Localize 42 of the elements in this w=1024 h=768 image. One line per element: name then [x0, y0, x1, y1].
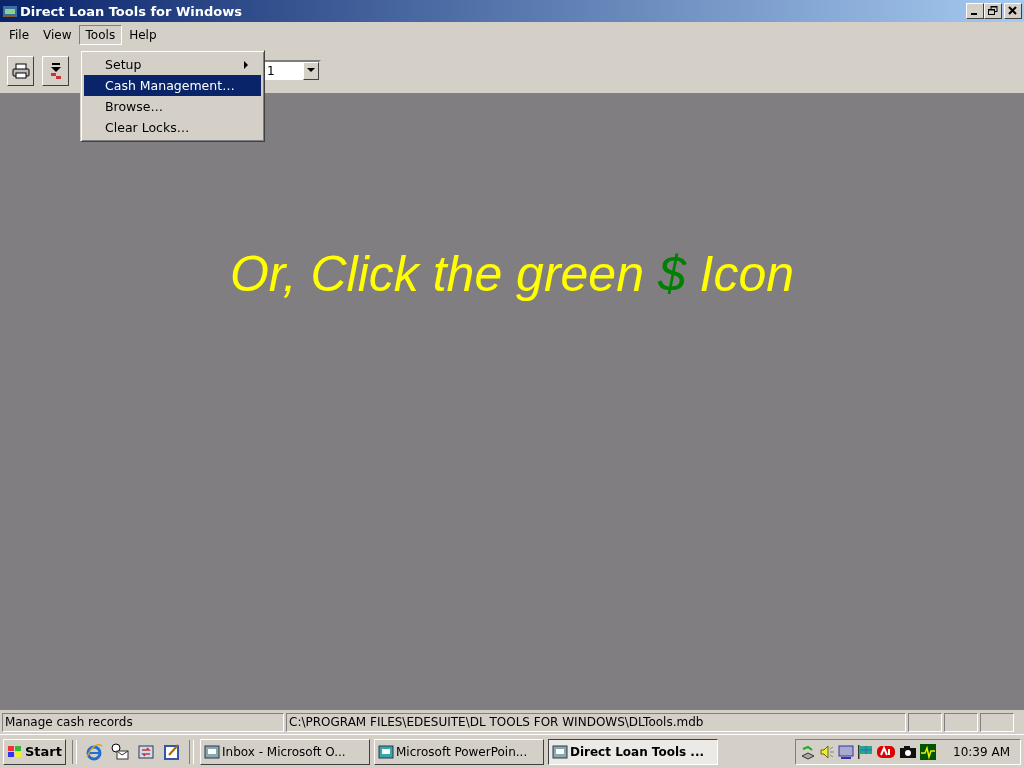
- sync-icon[interactable]: [137, 742, 155, 761]
- printer-icon: [11, 61, 30, 80]
- restore-button[interactable]: [984, 3, 1002, 19]
- start-button[interactable]: Start: [3, 738, 66, 765]
- menu-item[interactable]: View: [36, 25, 79, 45]
- camera-icon[interactable]: [899, 743, 918, 760]
- menu-item[interactable]: Help: [122, 25, 164, 45]
- menu-item[interactable]: Tools: [78, 25, 123, 45]
- status-pane: [908, 712, 942, 732]
- taskbar-button[interactable]: Microsoft PowerPoin...: [374, 738, 544, 765]
- activity-monitor-icon[interactable]: [920, 743, 937, 760]
- menu-item[interactable]: File: [2, 25, 37, 45]
- minimize-button[interactable]: [966, 3, 984, 19]
- status-text: Manage cash records: [2, 712, 284, 732]
- close-button[interactable]: [1004, 3, 1022, 19]
- status-pane: [944, 712, 978, 732]
- window-icon: [378, 743, 394, 760]
- browser-icon[interactable]: [85, 742, 103, 761]
- clock: 10:39 AM: [953, 744, 1011, 759]
- window-title: Direct Loan Tools for Windows: [20, 3, 242, 19]
- minimize-icon: [971, 13, 977, 15]
- window-icon: [552, 743, 568, 760]
- restore-icon: [988, 6, 998, 16]
- flag-icon[interactable]: [857, 743, 874, 760]
- download-icon: [48, 61, 63, 80]
- menu-option[interactable]: Clear Locks…: [84, 117, 261, 138]
- close-icon: [1008, 6, 1018, 16]
- overlay-caption: Or, Click the green $ Icon: [229, 245, 795, 304]
- app-icon: [2, 3, 18, 19]
- status-pane: [980, 712, 1014, 732]
- taskbar-button[interactable]: Direct Loan Tools ...: [548, 738, 718, 765]
- menu-option[interactable]: Cash Management…: [84, 75, 261, 96]
- speaker-icon[interactable]: [819, 743, 836, 760]
- caret-icon: [307, 68, 315, 73]
- menu-option[interactable]: Browse…: [84, 96, 261, 117]
- print-button[interactable]: [7, 55, 34, 86]
- taskbar-button[interactable]: Inbox - Microsoft O...: [200, 738, 370, 765]
- window-icon: [204, 743, 220, 760]
- status-path: C:\PROGRAM FILES\EDESUITE\DL TOOLS FOR WINDOWS\DLTools.mdb: [286, 712, 906, 732]
- toolbar-button[interactable]: [42, 55, 69, 86]
- monitor-icon[interactable]: [838, 743, 855, 760]
- mail-icon[interactable]: [111, 742, 129, 761]
